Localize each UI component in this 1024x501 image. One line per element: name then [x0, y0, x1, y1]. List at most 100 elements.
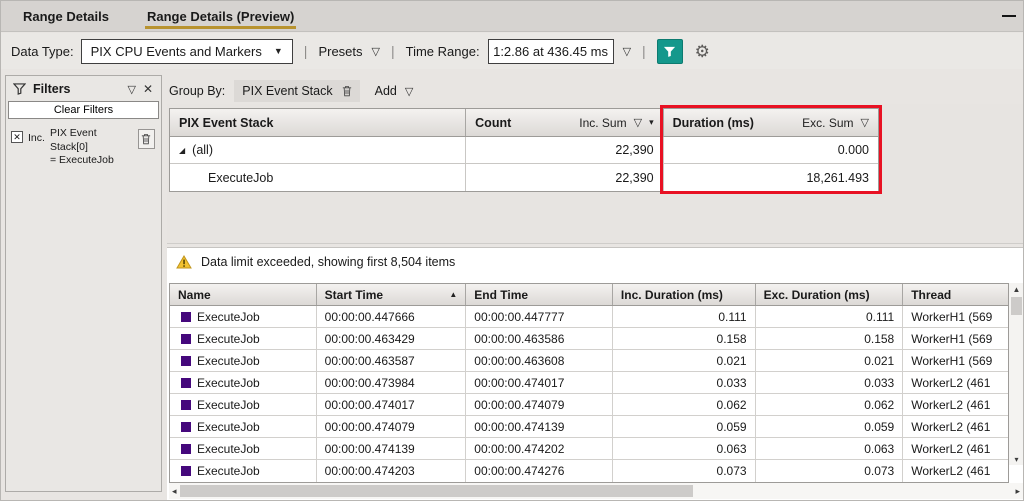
event-name: ExecuteJob: [197, 309, 260, 324]
thread: WorkerH1 (569: [911, 331, 993, 346]
scroll-up-icon[interactable]: ▲: [1009, 285, 1023, 294]
table-row[interactable]: ExecuteJob 00:00:00.474203 00:00:00.4742…: [170, 460, 1008, 482]
start-time: 00:00:00.473984: [317, 372, 467, 393]
data-type-label: Data Type:: [11, 43, 74, 59]
inc-duration: 0.059: [613, 416, 756, 437]
time-range-dropdown-icon[interactable]: ▽: [623, 45, 631, 58]
table-row[interactable]: ExecuteJob 00:00:00.474139 00:00:00.4742…: [170, 438, 1008, 460]
column-header-pix-event-stack[interactable]: PIX Event Stack: [170, 109, 467, 136]
inc-duration: 0.062: [613, 394, 756, 415]
filter-checkbox[interactable]: ✕: [11, 131, 23, 143]
filters-panel-header: Filters ▽ ✕: [6, 76, 161, 100]
duration-value: 0.000: [837, 143, 869, 157]
inc-duration: 0.021: [613, 350, 756, 371]
data-limit-warning: Data limit exceeded, showing first 8,504…: [176, 255, 455, 269]
event-name: ExecuteJob: [197, 464, 260, 478]
scroll-right-icon[interactable]: ▸: [1015, 486, 1020, 497]
warning-icon: [176, 255, 192, 269]
table-row[interactable]: ExecuteJob 00:00:00.473984 00:00:00.4740…: [170, 372, 1008, 394]
event-color-marker: [181, 355, 191, 366]
end-time: 00:00:00.474139: [466, 416, 613, 437]
time-range-input[interactable]: 1:2.86 at 436.45 ms: [487, 38, 614, 64]
filter-toggle-button[interactable]: [656, 38, 683, 64]
delete-filter-button[interactable]: [137, 129, 155, 149]
column-title: End Time: [474, 287, 529, 302]
presets-dropdown-icon[interactable]: ▽: [372, 45, 380, 58]
thread: WorkerH1 (569: [911, 309, 993, 324]
aggregation-label: Inc. Sum: [579, 115, 627, 130]
warning-text: Data limit exceeded, showing first 8,504…: [201, 255, 456, 269]
tab-range-details[interactable]: Range Details: [21, 1, 111, 31]
exc-duration: 0.063: [756, 438, 904, 459]
table-row[interactable]: ExecuteJob 00:00:00.463429 00:00:00.4635…: [170, 328, 1008, 350]
column-header-duration[interactable]: Duration (ms) Exc. Sum ▽: [664, 109, 878, 136]
filter-item: ✕ Inc. PIX Event Stack[0] = ExecuteJob: [6, 119, 161, 168]
gear-icon[interactable]: ⚙: [695, 43, 710, 60]
funnel-icon: [13, 83, 26, 95]
table-row[interactable]: ExecuteJob 00:00:00.447666 00:00:00.4477…: [170, 306, 1008, 328]
start-time: 00:00:00.474017: [317, 394, 467, 415]
toolbar-separator: |: [390, 43, 395, 59]
menu-dropdown-icon[interactable]: ▾: [649, 117, 654, 128]
start-time: 00:00:00.463587: [317, 350, 467, 371]
exc-duration: 0.033: [756, 372, 904, 393]
group-by-label: Group By:: [169, 84, 226, 98]
start-time: 00:00:00.463429: [317, 328, 467, 349]
exc-duration: 0.158: [756, 328, 904, 349]
table-row[interactable]: ExecuteJob 00:00:00.463587 00:00:00.4636…: [170, 350, 1008, 372]
add-group-by[interactable]: Add ▽: [375, 84, 414, 98]
filter-dropdown-icon[interactable]: ▽: [634, 116, 642, 129]
events-pane: Data limit exceeded, showing first 8,504…: [167, 247, 1023, 500]
summary-table-header: PIX Event Stack Count Inc. Sum ▽ ▾ Durat…: [170, 109, 878, 137]
chevron-down-icon: ▼: [273, 46, 283, 56]
funnel-icon: [664, 46, 676, 57]
exc-duration: 0.062: [756, 394, 904, 415]
group-label: ExecuteJob: [208, 170, 274, 185]
close-icon[interactable]: ✕: [143, 82, 153, 96]
trash-icon[interactable]: [342, 85, 352, 97]
column-header-inc-duration[interactable]: Inc. Duration (ms): [613, 284, 756, 305]
group-by-chip[interactable]: PIX Event Stack: [234, 80, 360, 102]
thread: WorkerH1 (569: [911, 353, 993, 368]
event-color-marker: [181, 399, 191, 410]
column-header-name[interactable]: Name: [170, 284, 317, 305]
table-row[interactable]: ExecuteJob 00:00:00.474079 00:00:00.4741…: [170, 416, 1008, 438]
summary-pane: PIX Event Stack Count Inc. Sum ▽ ▾ Durat…: [167, 104, 1023, 244]
column-title: PIX Event Stack: [179, 115, 274, 130]
group-by-row: Group By: PIX Event Stack Add ▽: [169, 80, 413, 102]
horizontal-scrollbar-thumb[interactable]: [180, 485, 693, 497]
inc-duration: 0.073: [613, 460, 756, 482]
toolbar-separator: |: [642, 43, 646, 59]
filters-panel: Filters ▽ ✕ Clear Filters ✕ Inc. PIX Eve…: [5, 75, 162, 492]
column-header-exc-duration[interactable]: Exc. Duration (ms): [756, 284, 904, 305]
expander-icon[interactable]: ◢: [179, 146, 185, 155]
summary-row-all[interactable]: ◢ (all) 22,390 0.000: [170, 137, 878, 164]
filters-dropdown-icon[interactable]: ▽: [127, 83, 135, 96]
horizontal-scrollbar[interactable]: ◂ ▸: [169, 483, 1023, 499]
count-value: 22,390: [466, 164, 664, 191]
data-type-dropdown[interactable]: PIX CPU Events and Markers ▼: [80, 38, 293, 64]
column-header-thread[interactable]: Thread: [903, 284, 1008, 305]
table-row[interactable]: ExecuteJob 00:00:00.474017 00:00:00.4740…: [170, 394, 1008, 416]
summary-row-executejob[interactable]: ExecuteJob 22,390 18,261.493: [170, 164, 878, 191]
column-header-end-time[interactable]: End Time: [466, 284, 613, 305]
column-header-count[interactable]: Count Inc. Sum ▽ ▾: [466, 109, 664, 136]
filter-dropdown-icon[interactable]: ▽: [861, 116, 869, 129]
add-dropdown-icon: ▽: [404, 85, 414, 98]
column-header-start-time[interactable]: Start Time ▲: [317, 284, 467, 305]
vertical-scrollbar-thumb[interactable]: [1011, 297, 1022, 315]
tab-range-details-preview[interactable]: Range Details (Preview): [144, 1, 297, 31]
scroll-left-icon[interactable]: ◂: [172, 486, 177, 497]
clear-filters-button[interactable]: Clear Filters: [8, 101, 159, 119]
tab-bar: Range Details Range Details (Preview): [1, 1, 1023, 32]
data-type-value: PIX CPU Events and Markers: [90, 43, 262, 59]
scroll-down-icon[interactable]: ▾: [1009, 455, 1023, 464]
minimize-icon[interactable]: [1002, 15, 1016, 17]
vertical-scrollbar[interactable]: ▲ ▾: [1009, 283, 1023, 465]
event-name: ExecuteJob: [197, 397, 260, 412]
group-label: (all): [192, 143, 213, 157]
end-time: 00:00:00.474017: [466, 372, 613, 393]
event-color-marker: [181, 377, 191, 388]
group-by-chip-label: PIX Event Stack: [242, 84, 333, 98]
start-time: 00:00:00.474079: [317, 416, 467, 437]
